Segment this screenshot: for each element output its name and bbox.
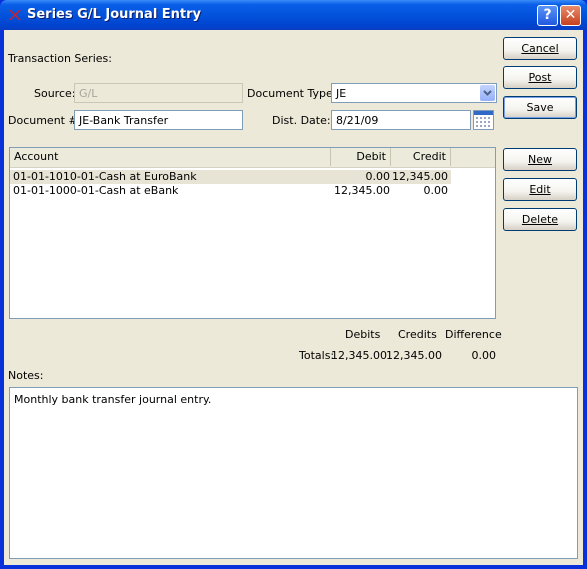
app-x-icon [9,10,21,20]
edit-label: Edit [529,183,551,196]
close-button[interactable]: ✕ [560,5,581,26]
dropdown-button[interactable] [480,85,495,101]
cancel-label: Cancel [521,42,559,55]
document-type-select[interactable]: JE [331,83,497,103]
window-title: Series G/L Journal Entry [27,7,202,22]
new-button[interactable]: New [503,148,577,171]
journal-lines-table[interactable]: Account Debit Credit 01-01-1010-01-Cash … [9,147,496,319]
notes-label: Notes: [8,369,44,382]
source-label: Source: [34,87,76,100]
save-label: Save [526,101,554,114]
account-cell: 01-01-1000-01-Cash at eBank [13,184,179,197]
table-header: Account Debit Credit [10,148,495,168]
chevron-down-icon [483,90,492,96]
post-label: Post [528,71,552,84]
difference-header: Difference [445,328,502,341]
calendar-icon[interactable] [473,110,494,130]
document-type-value: JE [336,87,347,100]
table-row[interactable]: 01-01-1000-01-Cash at eBank 12,345.00 0.… [10,184,451,198]
new-label: New [528,153,552,166]
total-credits: 12,345.00 [386,349,442,362]
debit-cell: 0.00 [365,170,391,183]
total-debits: 12,345.00 [331,349,387,362]
column-header-account[interactable]: Account [10,148,331,166]
close-icon: ✕ [564,7,577,23]
transaction-series-label: Transaction Series: [8,52,112,65]
credit-cell: 0.00 [423,184,449,197]
notes-text: Monthly bank transfer journal entry. [14,393,212,406]
help-button[interactable]: ? [537,5,558,26]
cancel-button[interactable]: Cancel [503,37,577,60]
dist-date-input[interactable]: 8/21/09 [331,110,471,130]
document-number-input[interactable]: JE-Bank Transfer [74,110,243,130]
credits-header: Credits [398,328,437,341]
table-row[interactable]: 01-01-1010-01-Cash at EuroBank 0.00 12,3… [10,170,451,184]
total-difference: 0.00 [471,349,497,362]
title-bar[interactable]: Series G/L Journal Entry ? ✕ [0,0,587,30]
account-cell: 01-01-1010-01-Cash at EuroBank [13,170,197,183]
help-icon: ? [543,7,552,23]
debit-cell: 12,345.00 [334,184,390,197]
dialog-window: Series G/L Journal Entry ? ✕ Transaction… [0,0,587,569]
credit-cell: 12,345.00 [392,170,448,183]
source-field: G/L [74,83,243,103]
delete-button[interactable]: Delete [503,208,577,231]
column-header-debit[interactable]: Debit [331,148,391,166]
debits-header: Debits [345,328,381,341]
post-button[interactable]: Post [503,66,577,89]
document-type-label: Document Type: [247,87,337,100]
save-button[interactable]: Save [503,96,577,119]
totals-label: Totals: [299,349,335,362]
edit-button[interactable]: Edit [503,178,577,201]
notes-textarea[interactable]: Monthly bank transfer journal entry. [9,387,578,559]
dialog-body: Transaction Series: Source: G/L Document… [4,30,583,565]
dist-date-label: Dist. Date: [272,114,331,127]
column-header-credit[interactable]: Credit [391,148,451,166]
delete-label: Delete [521,213,559,226]
document-number-label: Document #: [8,114,82,127]
